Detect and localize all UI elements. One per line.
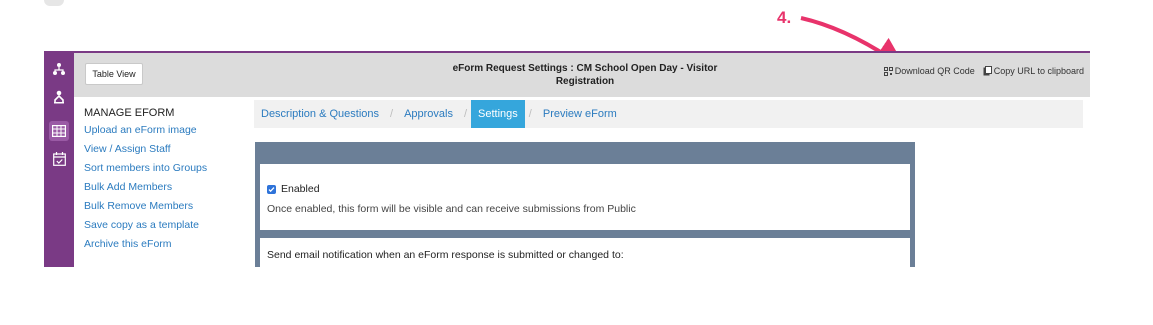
email-notification-text: Send email notification when an eForm re… — [267, 249, 624, 261]
tab-separator: / — [463, 108, 468, 120]
eform-settings-window: Table View eForm Request Settings : CM S… — [74, 51, 1090, 267]
manage-eform-menu: MANAGE EFORM Upload an eForm image View … — [84, 107, 244, 254]
org-chart-icon[interactable] — [49, 59, 69, 79]
email-notification-card: Send email notification when an eForm re… — [260, 238, 910, 267]
page-title: eForm Request Settings : CM School Open … — [452, 63, 718, 87]
app-icon-sidebar — [44, 51, 74, 267]
tab-preview-eform[interactable]: Preview eForm — [536, 100, 624, 128]
enabled-checkbox[interactable] — [267, 184, 276, 194]
enabled-checkbox-row[interactable]: Enabled — [267, 183, 320, 195]
header-actions: Download QR Code Copy URL to clipboard — [883, 66, 1084, 76]
save-copy-template-link[interactable]: Save copy as a template — [84, 216, 244, 235]
tab-separator: / — [528, 108, 532, 120]
archive-eform-link[interactable]: Archive this eForm — [84, 235, 244, 254]
clipboard-icon — [983, 66, 992, 76]
settings-tabs: Description & Questions / Approvals / Se… — [254, 100, 1083, 128]
settings-panel: Enabled Once enabled, this form will be … — [255, 142, 915, 267]
tab-separator: / — [390, 108, 394, 120]
bulk-add-members-link[interactable]: Bulk Add Members — [84, 178, 244, 197]
upload-eform-image-link[interactable]: Upload an eForm image — [84, 121, 244, 140]
copy-url-link[interactable]: Copy URL to clipboard — [983, 66, 1084, 76]
bulk-remove-members-link[interactable]: Bulk Remove Members — [84, 197, 244, 216]
download-qr-code-label: Download QR Code — [894, 66, 975, 76]
manage-eform-title: MANAGE EFORM — [84, 107, 175, 119]
table-grid-icon[interactable] — [49, 121, 69, 141]
calendar-check-icon[interactable] — [49, 149, 69, 169]
tab-approvals[interactable]: Approvals — [397, 100, 460, 128]
download-qr-code-link[interactable]: Download QR Code — [883, 66, 975, 76]
annotation-step-number: 4. — [777, 8, 792, 27]
enable-form-card: Enabled Once enabled, this form will be … — [260, 164, 910, 230]
view-assign-staff-link[interactable]: View / Assign Staff — [84, 140, 244, 159]
qr-code-icon — [883, 66, 893, 76]
header-bar: Table View eForm Request Settings : CM S… — [74, 51, 1090, 97]
enabled-description: Once enabled, this form will be visible … — [267, 203, 636, 215]
enabled-label: Enabled — [281, 183, 320, 195]
tab-settings[interactable]: Settings — [471, 100, 525, 128]
person-icon[interactable] — [49, 87, 69, 107]
sort-members-groups-link[interactable]: Sort members into Groups — [84, 159, 244, 178]
tab-description-questions[interactable]: Description & Questions — [254, 100, 386, 128]
copy-url-label: Copy URL to clipboard — [993, 66, 1084, 76]
table-view-button[interactable]: Table View — [85, 63, 143, 85]
checkmark-icon — [268, 186, 275, 192]
app-logo-fragment — [44, 0, 64, 6]
